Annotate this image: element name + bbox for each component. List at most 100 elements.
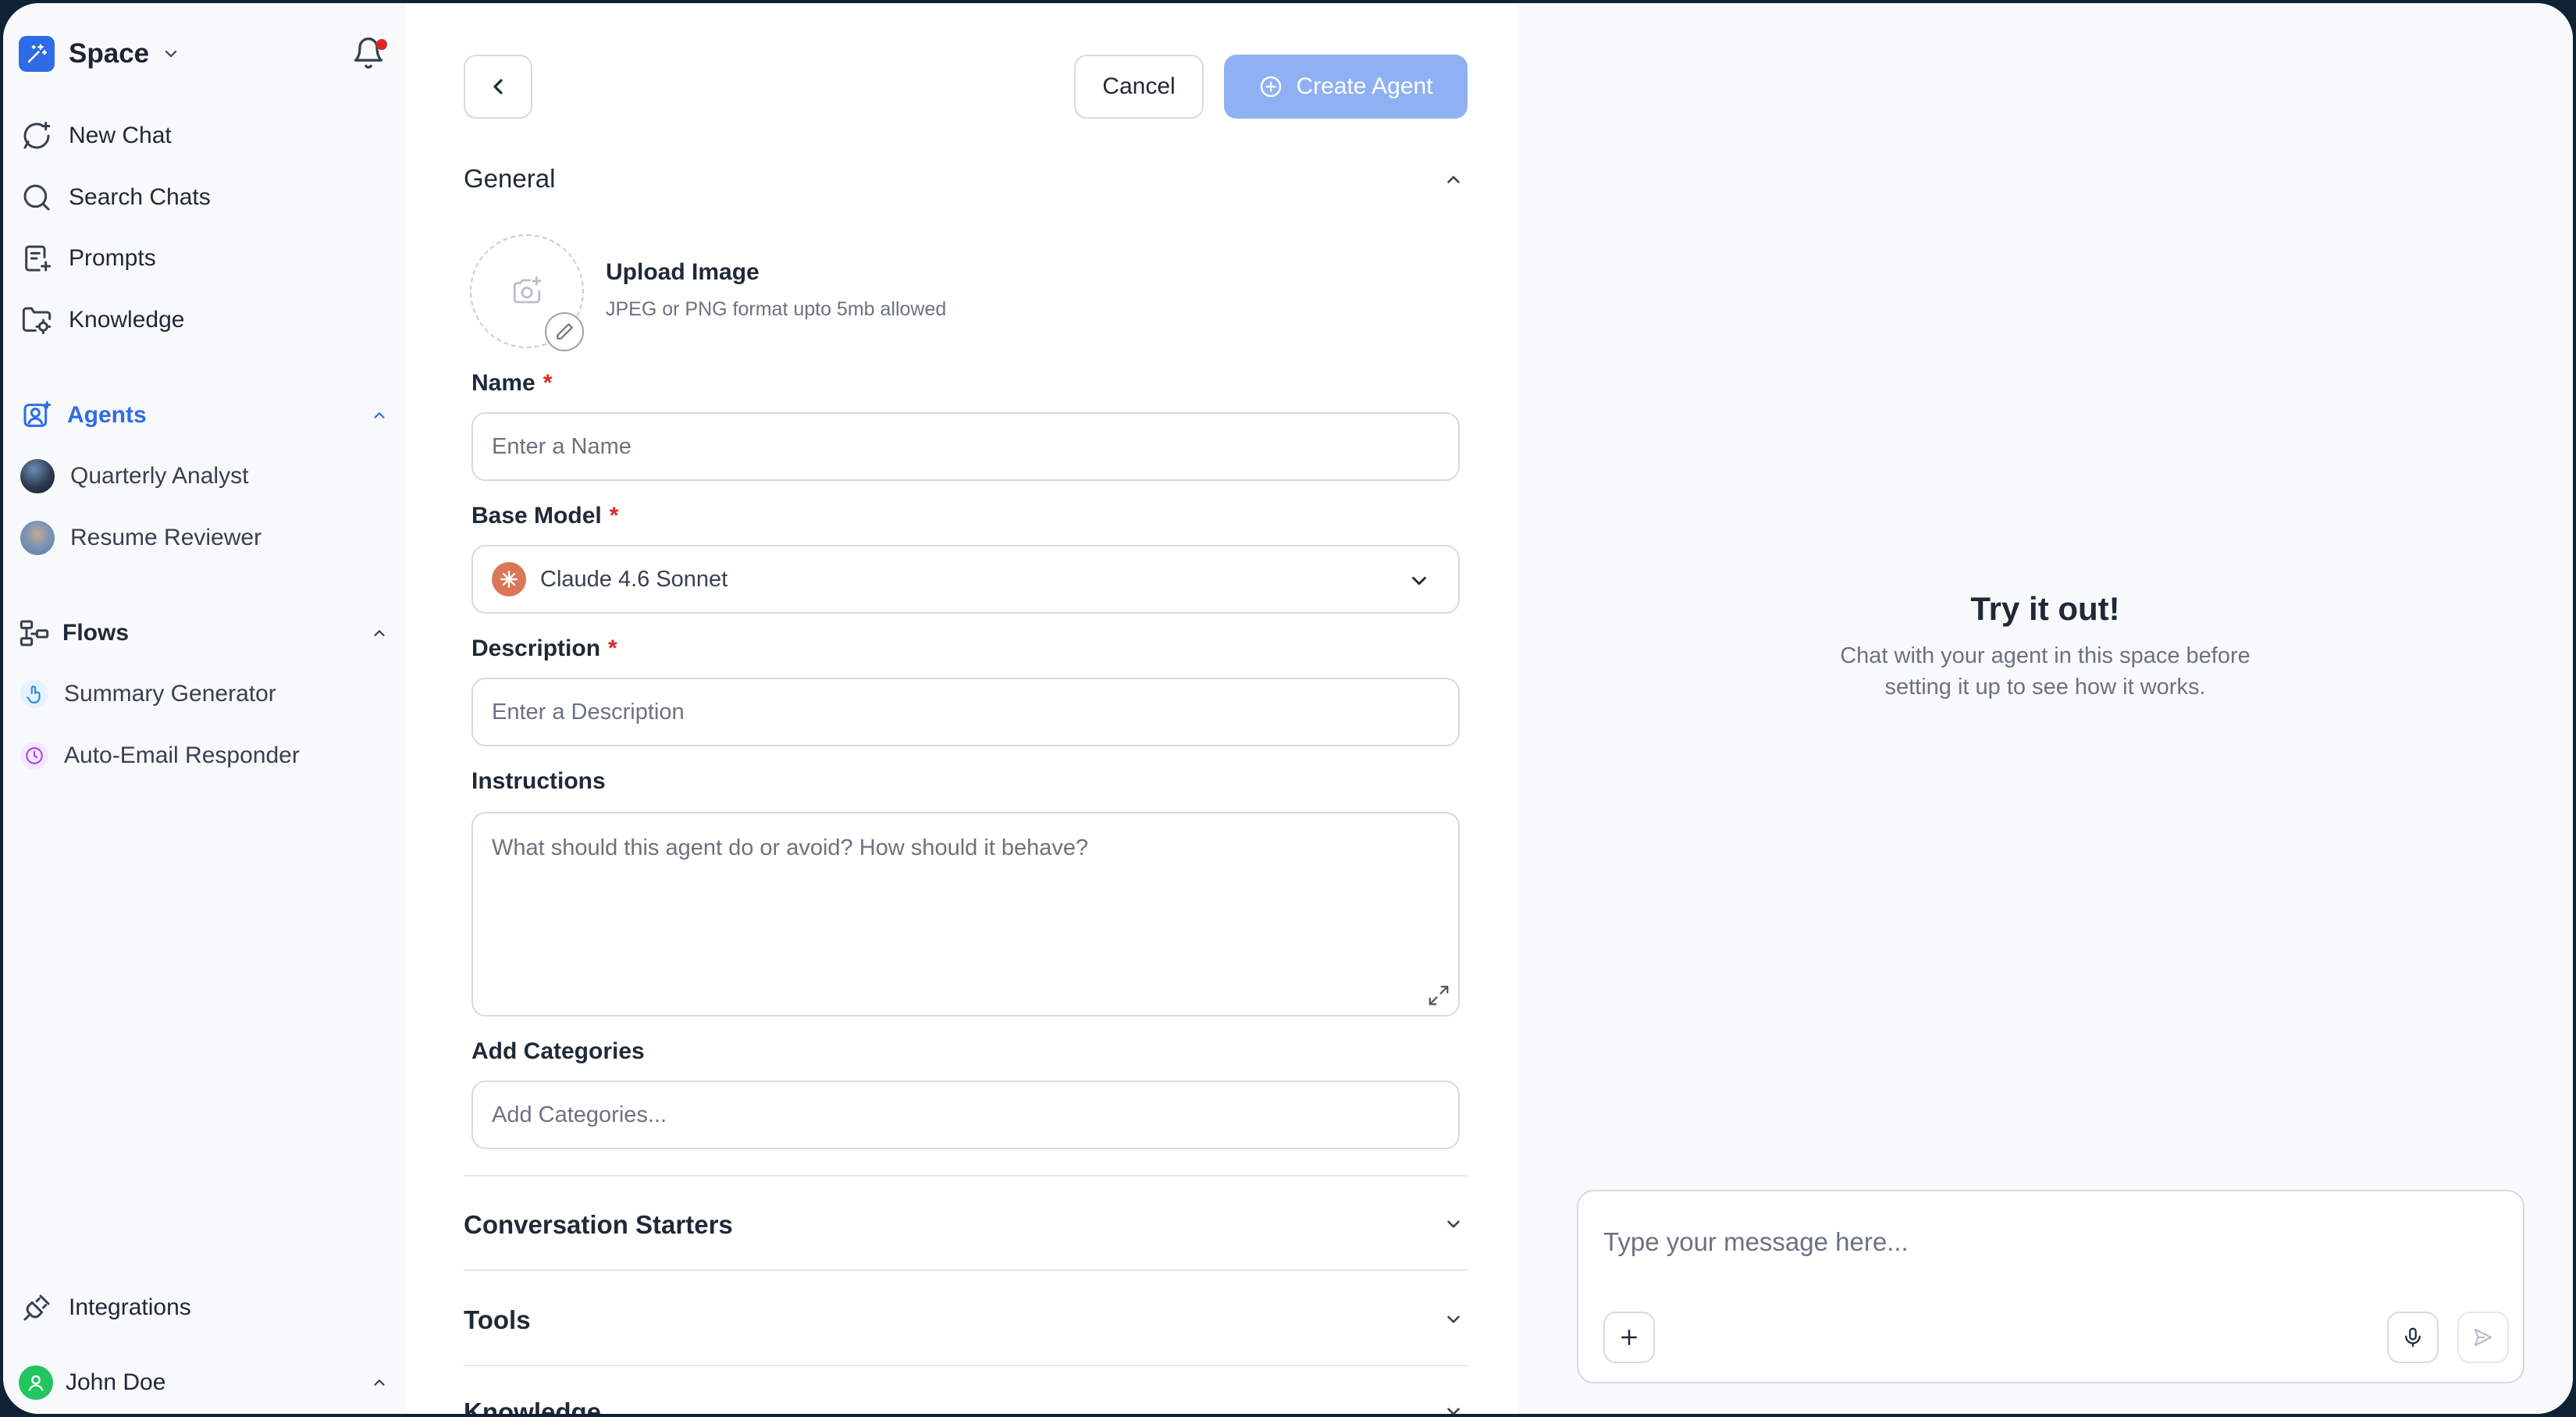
knowledge-section-toggle[interactable] — [1438, 1396, 1469, 1414]
agents-section-toggle[interactable]: Agents — [19, 393, 393, 437]
agent-form-panel: Cancel Create Agent General Upload Image… — [406, 3, 1517, 1414]
flow-item-summary-generator[interactable]: Summary Generator — [20, 672, 276, 716]
workspace-name: Space — [69, 38, 150, 69]
user-avatar-icon — [19, 1365, 53, 1400]
camera-plus-icon — [513, 276, 542, 304]
tools-title: Tools — [464, 1305, 531, 1334]
name-label: Name * — [471, 370, 553, 396]
chevron-up-icon — [365, 401, 393, 429]
name-input[interactable]: Enter a Name — [471, 412, 1460, 481]
agent-item-resume-reviewer[interactable]: Resume Reviewer — [20, 516, 262, 560]
required-mark: * — [609, 503, 619, 529]
nav-prompts-label: Prompts — [69, 245, 156, 271]
plug-icon — [19, 1290, 55, 1326]
base-model-select[interactable]: Claude 4.6 Sonnet — [471, 545, 1460, 614]
agents-section-label: Agents — [67, 402, 147, 428]
agent-item-label: Quarterly Analyst — [70, 463, 249, 489]
chevron-down-icon — [162, 45, 180, 63]
flow-item-label: Auto-Email Responder — [64, 742, 300, 768]
app-window: Space New Chat Search Chats Prompts Know… — [3, 3, 2573, 1414]
section-divider — [464, 1269, 1468, 1271]
categories-label: Add Categories — [471, 1038, 645, 1064]
agent-avatar — [20, 521, 55, 555]
agent-icon — [19, 397, 55, 433]
mic-icon — [2405, 1327, 2421, 1348]
claude-logo-icon — [492, 562, 526, 596]
section-divider — [464, 1365, 1468, 1366]
preview-title: Try it out! — [1970, 590, 2120, 627]
attach-button[interactable] — [1603, 1312, 1655, 1363]
general-section-title: General — [464, 164, 556, 193]
pencil-icon — [557, 323, 573, 340]
cancel-button[interactable]: Cancel — [1074, 55, 1204, 119]
nav-integrations[interactable]: Integrations — [19, 1286, 191, 1330]
flow-item-auto-email-responder[interactable]: Auto-Email Responder — [20, 734, 300, 778]
create-agent-button[interactable]: Create Agent — [1224, 55, 1468, 119]
required-mark: * — [608, 636, 617, 661]
categories-input[interactable]: Add Categories... — [471, 1081, 1460, 1149]
nav-knowledge-label: Knowledge — [69, 307, 185, 333]
nav-knowledge[interactable]: Knowledge — [19, 298, 184, 342]
user-menu[interactable]: John Doe — [19, 1361, 393, 1405]
workspace-switcher[interactable]: Space — [19, 34, 180, 73]
chevron-down-icon — [1447, 1408, 1460, 1414]
agent-avatar — [20, 459, 55, 493]
chevron-up-icon — [365, 619, 393, 647]
agent-item-quarterly-analyst[interactable]: Quarterly Analyst — [20, 454, 248, 498]
send-button[interactable] — [2457, 1312, 2509, 1363]
plus-circle-icon — [1261, 76, 1282, 98]
tap-hand-icon — [20, 680, 48, 708]
chevron-down-icon — [1404, 565, 1435, 596]
send-icon — [2474, 1328, 2492, 1347]
chevron-down-icon — [1447, 1316, 1460, 1323]
nav-new-chat[interactable]: New Chat — [19, 114, 172, 158]
create-agent-label: Create Agent — [1296, 73, 1433, 99]
user-name: John Doe — [66, 1369, 166, 1395]
sparkle-logo-icon — [19, 36, 55, 72]
base-model-value: Claude 4.6 Sonnet — [540, 566, 728, 592]
folder-gear-icon — [19, 302, 55, 338]
general-section-toggle[interactable] — [1438, 164, 1469, 195]
message-composer: Type your message here... — [1577, 1190, 2524, 1383]
notifications-button[interactable] — [351, 36, 389, 73]
nav-new-chat-label: New Chat — [69, 123, 172, 148]
voice-input-button[interactable] — [2387, 1312, 2439, 1363]
agent-item-label: Resume Reviewer — [70, 525, 262, 550]
flows-section-label: Flows — [62, 620, 130, 646]
tools-toggle[interactable] — [1438, 1304, 1469, 1335]
instructions-label: Instructions — [471, 768, 606, 794]
plus-icon — [1621, 1330, 1637, 1345]
back-button[interactable] — [464, 55, 532, 119]
message-input[interactable]: Type your message here... — [1603, 1227, 1909, 1257]
clock-icon — [20, 742, 48, 770]
chevron-up-icon — [365, 1369, 393, 1397]
nav-search-chats[interactable]: Search Chats — [19, 176, 211, 219]
flows-section-toggle[interactable]: Flows — [19, 611, 393, 655]
expand-icon[interactable] — [1427, 984, 1450, 1007]
description-label: Description * — [471, 636, 617, 661]
upload-image-title: Upload Image — [606, 259, 760, 285]
instructions-textarea[interactable]: What should this agent do or avoid? How … — [471, 812, 1460, 1016]
conversation-starters-toggle[interactable] — [1438, 1209, 1469, 1240]
required-mark: * — [543, 370, 553, 396]
section-divider — [464, 1175, 1468, 1177]
agent-preview-panel: Try it out! Chat with your agent in this… — [1517, 3, 2573, 1414]
sidebar: Space New Chat Search Chats Prompts Know… — [3, 3, 406, 1414]
nav-integrations-label: Integrations — [69, 1294, 191, 1320]
knowledge-section-title: Knowledge — [464, 1397, 602, 1414]
flow-icon — [19, 615, 50, 651]
chat-plus-icon — [19, 118, 55, 154]
base-model-label: Base Model * — [471, 503, 619, 529]
upload-image-hint: JPEG or PNG format upto 5mb allowed — [606, 298, 947, 320]
chevron-up-icon — [1447, 176, 1460, 183]
flow-item-label: Summary Generator — [64, 681, 276, 707]
conversation-starters-title: Conversation Starters — [464, 1210, 733, 1239]
chevron-left-icon — [493, 79, 503, 94]
nav-search-chats-label: Search Chats — [69, 184, 211, 210]
notification-dot — [376, 39, 387, 50]
chevron-down-icon — [1447, 1220, 1460, 1228]
description-input[interactable]: Enter a Description — [471, 678, 1460, 746]
edit-image-button[interactable] — [545, 312, 584, 351]
instructions-placeholder: What should this agent do or avoid? How … — [492, 835, 1089, 860]
nav-prompts[interactable]: Prompts — [19, 237, 156, 280]
